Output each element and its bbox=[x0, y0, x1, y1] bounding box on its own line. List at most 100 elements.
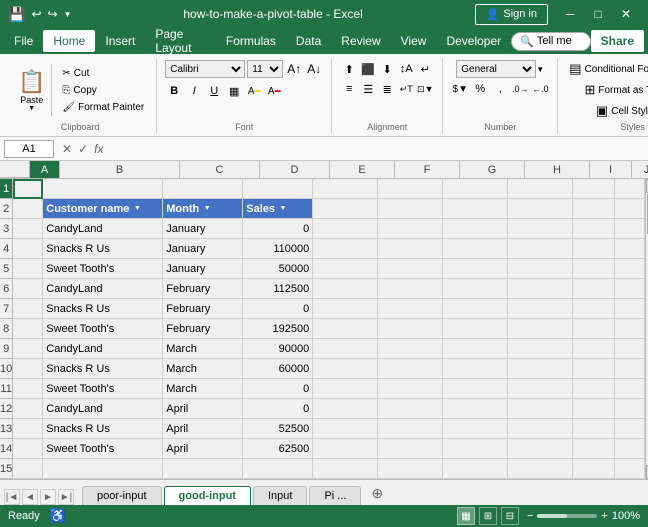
cell-b6[interactable]: CandyLand bbox=[43, 279, 163, 299]
align-center-button[interactable]: ☰ bbox=[359, 80, 377, 98]
cell-e3[interactable] bbox=[313, 219, 378, 239]
row-header-15[interactable]: 15 bbox=[0, 459, 13, 479]
paste-button[interactable]: 📋 Paste ▼ bbox=[12, 64, 52, 116]
row-header-11[interactable]: 11 bbox=[0, 379, 13, 399]
menu-insert[interactable]: Insert bbox=[95, 30, 145, 52]
row-header-10[interactable]: 10 bbox=[0, 359, 13, 379]
border-button[interactable]: ▦ bbox=[225, 82, 243, 100]
row-header-5[interactable]: 5 bbox=[0, 259, 13, 279]
cell-i15[interactable] bbox=[573, 459, 615, 479]
underline-button[interactable]: U bbox=[205, 82, 223, 100]
cell-e1[interactable] bbox=[313, 179, 378, 199]
cell-d6[interactable]: 112500 bbox=[243, 279, 313, 299]
cell-a1[interactable] bbox=[13, 179, 43, 199]
merge-button[interactable]: ⊡▼ bbox=[416, 80, 434, 98]
row-header-13[interactable]: 13 bbox=[0, 419, 13, 439]
cell-c6[interactable]: February bbox=[163, 279, 243, 299]
cell-c7[interactable]: February bbox=[163, 299, 243, 319]
row-header-9[interactable]: 9 bbox=[0, 339, 13, 359]
cell-h4[interactable] bbox=[508, 239, 573, 259]
cell-f15[interactable] bbox=[378, 459, 443, 479]
cell-j11[interactable] bbox=[615, 379, 645, 399]
cell-i13[interactable] bbox=[573, 419, 615, 439]
row-header-4[interactable]: 4 bbox=[0, 239, 13, 259]
cell-c4[interactable]: January bbox=[163, 239, 243, 259]
col-header-d[interactable]: D bbox=[260, 161, 330, 178]
select-all-button[interactable] bbox=[0, 161, 30, 178]
cell-h6[interactable] bbox=[508, 279, 573, 299]
cell-j12[interactable] bbox=[615, 399, 645, 419]
menu-home[interactable]: Home bbox=[43, 30, 95, 52]
cell-i10[interactable] bbox=[573, 359, 615, 379]
cell-f11[interactable] bbox=[378, 379, 443, 399]
cell-reference-box[interactable] bbox=[4, 140, 54, 158]
conditional-formatting-button[interactable]: ▤ Conditional Formatting ▼ bbox=[566, 60, 648, 78]
cell-j1[interactable] bbox=[615, 179, 645, 199]
cell-a10[interactable] bbox=[13, 359, 43, 379]
cell-e12[interactable] bbox=[313, 399, 378, 419]
confirm-formula-icon[interactable]: ✓ bbox=[78, 142, 88, 156]
zoom-slider-track[interactable] bbox=[537, 514, 597, 518]
col-header-f[interactable]: F bbox=[395, 161, 460, 178]
align-left-button[interactable]: ≡ bbox=[340, 80, 358, 98]
cell-d5[interactable]: 50000 bbox=[243, 259, 313, 279]
cell-c14[interactable]: April bbox=[163, 439, 243, 459]
menu-file[interactable]: File bbox=[4, 30, 43, 52]
cell-i8[interactable] bbox=[573, 319, 615, 339]
sheet-nav-next[interactable]: ► bbox=[40, 489, 56, 505]
sheet-tab-pi[interactable]: Pi ... bbox=[309, 486, 361, 505]
cell-d9[interactable]: 90000 bbox=[243, 339, 313, 359]
indent-button[interactable]: ↵ bbox=[416, 60, 434, 78]
align-middle-button[interactable]: ⬛ bbox=[359, 60, 377, 78]
cell-f1[interactable] bbox=[378, 179, 443, 199]
cell-e13[interactable] bbox=[313, 419, 378, 439]
sheet-nav-first[interactable]: |◄ bbox=[4, 489, 20, 505]
cell-j14[interactable] bbox=[615, 439, 645, 459]
cell-e15[interactable] bbox=[313, 459, 378, 479]
menu-review[interactable]: Review bbox=[331, 30, 390, 52]
cell-a9[interactable] bbox=[13, 339, 43, 359]
cell-f7[interactable] bbox=[378, 299, 443, 319]
maximize-button[interactable]: □ bbox=[584, 0, 612, 28]
cell-h7[interactable] bbox=[508, 299, 573, 319]
percent-button[interactable]: % bbox=[471, 80, 489, 98]
wrap-text-button[interactable]: ↵T bbox=[397, 80, 415, 98]
col-header-j[interactable]: J bbox=[632, 161, 648, 178]
cell-a4[interactable] bbox=[13, 239, 43, 259]
col-header-a[interactable]: A bbox=[30, 161, 60, 178]
cell-e7[interactable] bbox=[313, 299, 378, 319]
cell-d2[interactable]: Sales ▼ bbox=[243, 199, 313, 219]
cell-e9[interactable] bbox=[313, 339, 378, 359]
cell-j2[interactable] bbox=[615, 199, 645, 219]
cell-a6[interactable] bbox=[13, 279, 43, 299]
currency-button[interactable]: $▼ bbox=[451, 80, 469, 98]
col-header-h[interactable]: H bbox=[525, 161, 590, 178]
cell-g7[interactable] bbox=[443, 299, 508, 319]
cell-a3[interactable] bbox=[13, 219, 43, 239]
cell-f4[interactable] bbox=[378, 239, 443, 259]
cell-g14[interactable] bbox=[443, 439, 508, 459]
page-layout-view-button[interactable]: ⊞ bbox=[479, 507, 497, 525]
format-painter-button[interactable]: 🖌 Format Painter bbox=[58, 99, 148, 115]
cell-c9[interactable]: March bbox=[163, 339, 243, 359]
increase-decimal-button[interactable]: .0→ bbox=[511, 80, 529, 98]
align-top-button[interactable]: ⬆ bbox=[340, 60, 358, 78]
cell-g4[interactable] bbox=[443, 239, 508, 259]
page-break-view-button[interactable]: ⊟ bbox=[501, 507, 519, 525]
menu-developer[interactable]: Developer bbox=[436, 30, 511, 52]
copy-button[interactable]: ⎘ Copy bbox=[58, 82, 148, 98]
cell-i6[interactable] bbox=[573, 279, 615, 299]
cell-b12[interactable]: CandyLand bbox=[43, 399, 163, 419]
undo-icon[interactable]: ↩ bbox=[31, 7, 41, 21]
cell-b9[interactable]: CandyLand bbox=[43, 339, 163, 359]
menu-view[interactable]: View bbox=[391, 30, 437, 52]
cell-h8[interactable] bbox=[508, 319, 573, 339]
col-header-c[interactable]: C bbox=[180, 161, 260, 178]
cell-j15[interactable] bbox=[615, 459, 645, 479]
cell-d13[interactable]: 52500 bbox=[243, 419, 313, 439]
row-header-3[interactable]: 3 bbox=[0, 219, 13, 239]
decrease-font-button[interactable]: A↓ bbox=[305, 60, 323, 78]
cell-i9[interactable] bbox=[573, 339, 615, 359]
filter-sales-button[interactable]: ▼ bbox=[277, 203, 289, 215]
cell-b7[interactable]: Snacks R Us bbox=[43, 299, 163, 319]
